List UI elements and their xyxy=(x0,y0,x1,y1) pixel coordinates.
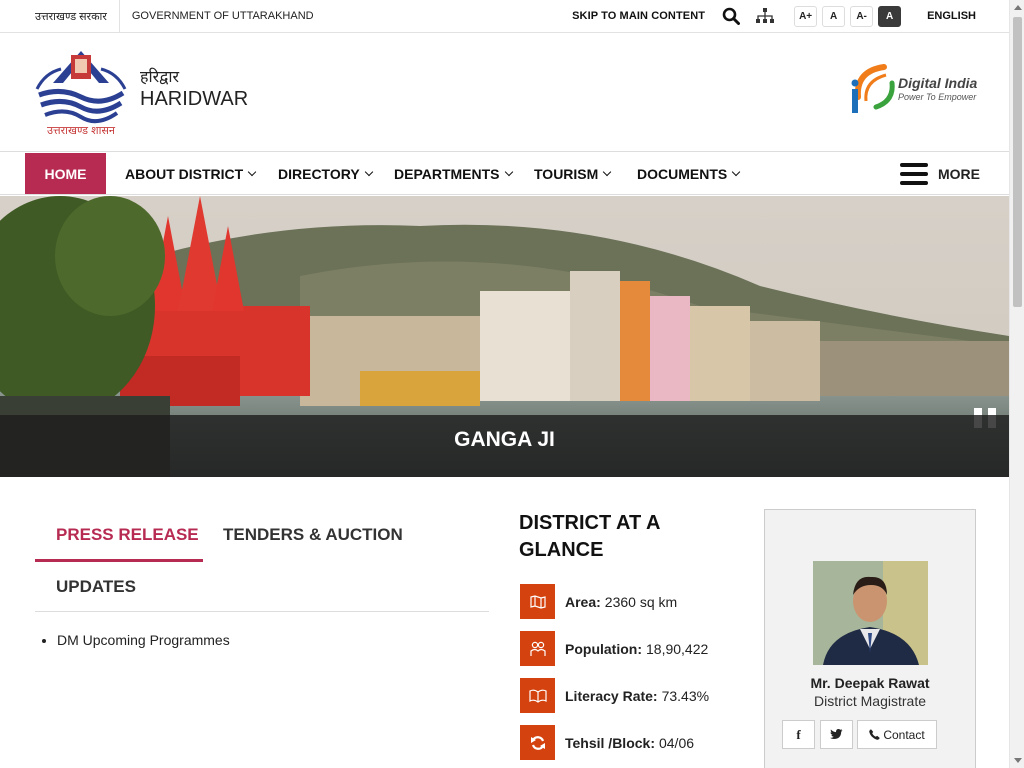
glance-literacy-value: 73.43% xyxy=(661,687,710,704)
book-icon xyxy=(520,678,555,713)
facebook-icon: f xyxy=(796,726,801,742)
language-selector[interactable]: ENGLISH xyxy=(927,10,976,22)
nav-home-label: HOME xyxy=(44,165,87,182)
nav-documents[interactable]: DOCUMENTS xyxy=(637,153,741,194)
nav-tourism-label: TOURISM xyxy=(534,165,599,182)
avatar xyxy=(813,561,928,665)
chevron-down-icon xyxy=(247,167,257,176)
glance-tehsil-row: Tehsil /Block: 04/06 xyxy=(520,725,694,760)
sitemap-icon[interactable] xyxy=(755,6,775,26)
chevron-down-icon xyxy=(364,167,373,176)
glance-area-label: Area: xyxy=(565,593,601,610)
hero-slider[interactable]: GANGA JI xyxy=(0,196,1009,477)
site-title-english: HARIDWAR xyxy=(140,88,249,110)
emblem-caption: उत्तराखण्ड शासन xyxy=(46,125,115,137)
skip-to-main-content-link[interactable]: SKIP TO MAIN CONTENT xyxy=(572,10,705,22)
government-english-link[interactable]: GOVERNMENT OF UTTARAKHAND xyxy=(132,10,314,22)
dm-role: District Magistrate xyxy=(813,693,927,709)
scroll-up-arrow[interactable] xyxy=(1014,5,1022,10)
digital-india-title: Digital India xyxy=(898,75,978,91)
digital-india-tagline: Power To Empower xyxy=(898,92,977,102)
nav-directory[interactable]: DIRECTORY xyxy=(278,153,373,194)
map-icon xyxy=(520,584,555,619)
divider xyxy=(118,0,120,32)
more-label: MORE xyxy=(938,165,980,182)
font-normal-button[interactable]: A xyxy=(822,5,846,27)
site-header: उत्तराखण्ड शासन हरिद्वार HARIDWAR Digita… xyxy=(0,33,1009,152)
site-title[interactable]: हरिद्वार HARIDWAR xyxy=(140,65,248,111)
scroll-thumb[interactable] xyxy=(1013,17,1022,307)
nav-documents-label: DOCUMENTS xyxy=(637,165,728,182)
glance-tehsil-value: 04/06 xyxy=(658,734,695,751)
district-magistrate-card: Mr. Deepak Rawat District Magistrate f C… xyxy=(764,509,976,768)
tab-press-release[interactable]: PRESS RELEASE xyxy=(35,510,203,562)
high-contrast-button[interactable]: A xyxy=(878,5,902,27)
search-icon[interactable] xyxy=(721,6,741,26)
tab-tenders-auction[interactable]: TENDERS & AUCTION xyxy=(223,525,403,545)
list-item[interactable]: DM Upcoming Programmes xyxy=(57,632,230,648)
glance-literacy-row: Literacy Rate: 73.43% xyxy=(520,678,709,713)
uttarakhand-emblem-logo[interactable]: उत्तराखण्ड शासन xyxy=(35,43,127,139)
government-hindi-link[interactable]: उत्तराखण्ड सरकार xyxy=(35,9,107,24)
dm-name: Mr. Deepak Rawat xyxy=(810,675,930,691)
press-release-list: DM Upcoming Programmes xyxy=(57,632,230,648)
scroll-down-arrow[interactable] xyxy=(1014,758,1022,763)
facebook-button[interactable]: f xyxy=(782,720,815,749)
glance-tehsil-label: Tehsil /Block: xyxy=(565,734,655,751)
people-icon xyxy=(520,631,555,666)
main-navigation: HOME ABOUT DISTRICT DIRECTORY DEPARTMENT… xyxy=(0,153,1009,195)
tab-updates[interactable]: UPDATES xyxy=(56,577,136,597)
site-title-hindi: हरिद्वार xyxy=(140,69,180,86)
slide-caption: GANGA JI xyxy=(0,415,1009,477)
page-scrollbar[interactable] xyxy=(1009,0,1024,768)
nav-tourism[interactable]: TOURISM xyxy=(534,153,612,194)
nav-about-district[interactable]: ABOUT DISTRICT xyxy=(125,153,257,194)
nav-departments[interactable]: DEPARTMENTS xyxy=(394,153,513,194)
font-decrease-button[interactable]: A- xyxy=(850,5,874,27)
nav-about-district-label: ABOUT DISTRICT xyxy=(125,165,244,182)
glance-population-row: Population: 18,90,422 xyxy=(520,631,708,666)
nav-home[interactable]: HOME xyxy=(25,153,106,194)
district-glance-title: DISTRICT AT A GLANCE xyxy=(519,510,660,564)
more-menu-button[interactable]: MORE xyxy=(900,153,980,194)
top-utility-bar: उत्तराखण्ड सरकार GOVERNMENT OF UTTARAKHA… xyxy=(0,0,1009,33)
district-glance-title-line2: GLANCE xyxy=(519,539,604,561)
glance-population-value: 18,90,422 xyxy=(646,640,709,657)
twitter-button[interactable] xyxy=(820,720,853,749)
font-increase-button[interactable]: A+ xyxy=(794,5,818,27)
top-utility-actions: SKIP TO MAIN CONTENT A+ A A- A ENGLISH xyxy=(572,0,976,32)
chevron-down-icon xyxy=(504,167,513,176)
contact-label: Contact xyxy=(883,727,925,742)
nav-departments-label: DEPARTMENTS xyxy=(394,165,500,182)
twitter-icon xyxy=(830,729,843,739)
hamburger-menu-icon xyxy=(900,162,928,185)
district-glance-title-line1: DISTRICT AT A xyxy=(519,512,661,534)
chevron-down-icon xyxy=(731,167,741,176)
refresh-icon xyxy=(520,725,555,760)
contact-button[interactable]: Contact xyxy=(857,720,937,749)
glance-literacy-label: Literacy Rate: xyxy=(565,687,658,704)
glance-population-label: Population: xyxy=(565,640,642,657)
chevron-down-icon xyxy=(603,167,612,176)
glance-area-value: 2360 sq km xyxy=(604,593,678,610)
glance-area-row: Area: 2360 sq km xyxy=(520,584,677,619)
phone-icon xyxy=(869,729,880,740)
digital-india-logo[interactable]: Digital India Power To Empower xyxy=(850,61,982,115)
tab-divider xyxy=(35,611,489,612)
nav-directory-label: DIRECTORY xyxy=(278,165,360,182)
